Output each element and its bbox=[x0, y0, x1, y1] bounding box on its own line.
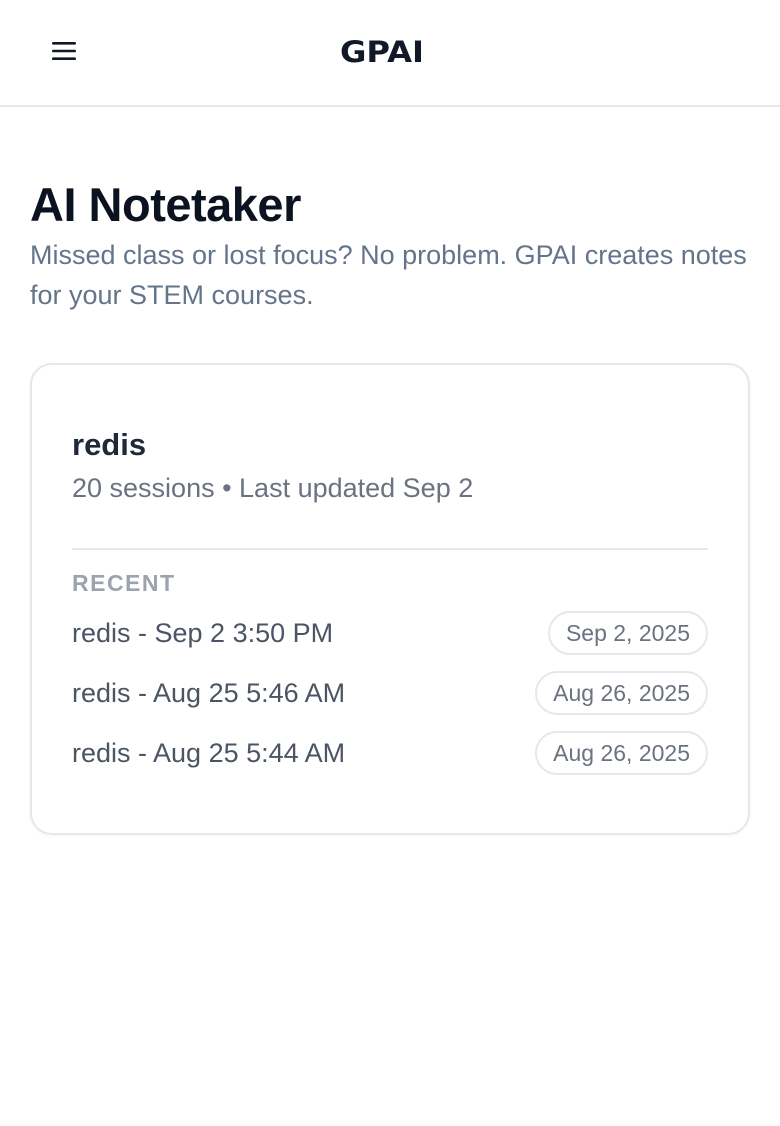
course-card[interactable]: redis 20 sessions • Last updated Sep 2 R… bbox=[30, 363, 750, 835]
page-subtitle: Missed class or lost focus? No problem. … bbox=[30, 240, 747, 310]
session-title: redis - Aug 25 5:44 AM bbox=[72, 737, 346, 768]
session-title: redis - Sep 2 3:50 PM bbox=[72, 617, 334, 648]
session-row[interactable]: redis - Aug 25 5:44 AM Aug 26, 2025 bbox=[72, 723, 708, 783]
logo-text: GPAI bbox=[340, 36, 424, 66]
session-row[interactable]: redis - Sep 2 3:50 PM Sep 2, 2025 bbox=[72, 603, 708, 663]
course-name: redis bbox=[72, 427, 147, 462]
hamburger-menu-icon bbox=[52, 42, 76, 60]
main-content: AI Notetaker Missed class or lost focus?… bbox=[0, 177, 780, 835]
card-divider bbox=[72, 548, 708, 550]
recent-sessions-list: redis - Sep 2 3:50 PM Sep 2, 2025 redis … bbox=[72, 603, 708, 783]
session-date-badge: Aug 26, 2025 bbox=[535, 671, 708, 715]
recent-label: RECENT bbox=[72, 570, 176, 596]
menu-button[interactable] bbox=[42, 28, 88, 74]
session-date-badge: Aug 26, 2025 bbox=[535, 731, 708, 775]
top-header: GPAI bbox=[0, 0, 780, 107]
gpai-logo[interactable]: GPAI bbox=[340, 36, 426, 66]
session-row[interactable]: redis - Aug 25 5:46 AM Aug 26, 2025 bbox=[72, 663, 708, 723]
session-date-badge: Sep 2, 2025 bbox=[547, 611, 708, 655]
page-title: AI Notetaker bbox=[30, 178, 301, 231]
course-meta: 20 sessions • Last updated Sep 2 bbox=[72, 473, 474, 503]
session-title: redis - Aug 25 5:46 AM bbox=[72, 677, 346, 708]
